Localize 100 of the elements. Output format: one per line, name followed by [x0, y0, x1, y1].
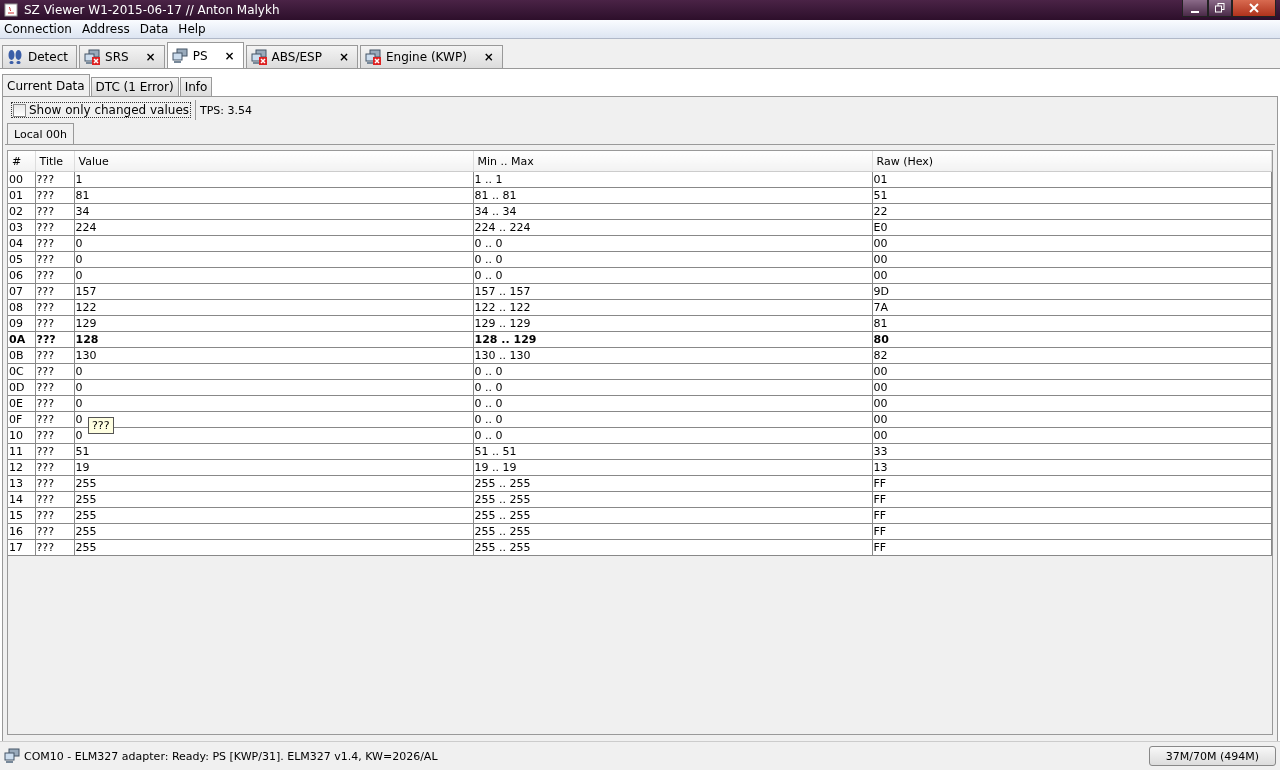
menu-item[interactable]: Address [81, 22, 130, 36]
table-cell: 00 [872, 411, 1272, 428]
table-cell: 17 [8, 539, 35, 556]
table-cell: 34 [74, 203, 473, 220]
computer-icon [4, 748, 20, 764]
table-cell: 19 [74, 459, 473, 476]
column-header[interactable]: Min .. Max [473, 151, 872, 172]
table-cell: ??? [35, 267, 74, 284]
column-header[interactable]: Raw (Hex) [872, 151, 1272, 172]
table-cell: 34 .. 34 [473, 203, 872, 220]
table-cell: ??? [35, 523, 74, 540]
table-cell: 0A [8, 331, 35, 348]
table-cell: ??? [35, 251, 74, 268]
table-cell: 130 .. 130 [473, 347, 872, 364]
table-cell: 0 .. 0 [473, 395, 872, 412]
close-button[interactable] [1232, 0, 1276, 17]
table-cell: 33 [872, 443, 1272, 460]
table-cell: 81 .. 81 [473, 187, 872, 204]
table-cell: 130 [74, 347, 473, 364]
table-cell: ??? [35, 171, 74, 188]
table-cell: 0 .. 0 [473, 379, 872, 396]
window-title: SZ Viewer W1-2015-06-17 // Anton Malykh [24, 3, 281, 17]
device-tab[interactable]: PS × [166, 42, 244, 68]
column-header[interactable]: Value [74, 151, 473, 172]
device-tab[interactable]: Detect [2, 45, 77, 68]
table-cell: 13 [872, 459, 1272, 476]
menu-item[interactable]: Connection [4, 22, 72, 36]
table-cell: 0 [74, 235, 473, 252]
sub-tab[interactable]: Info [179, 77, 213, 96]
restore-icon [1215, 3, 1225, 13]
memory-button[interactable]: 37M/70M (494M) [1148, 746, 1276, 766]
close-tab-button[interactable]: × [338, 50, 349, 64]
block-tab[interactable]: Local 00h [7, 123, 74, 144]
table-cell: E0 [872, 219, 1272, 236]
table-cell: ??? [35, 459, 74, 476]
close-tab-button[interactable]: × [224, 48, 235, 63]
table-cell: 00 [872, 379, 1272, 396]
table-cell: 0 .. 0 [473, 251, 872, 268]
table-cell: 81 [872, 315, 1272, 332]
checkbox-box[interactable] [13, 103, 26, 117]
table-cell: 224 [74, 219, 473, 236]
device-tab[interactable]: SRS × [79, 45, 165, 68]
table-cell: 04 [8, 235, 35, 252]
sub-tab[interactable]: Current Data [2, 74, 90, 96]
table-cell: ??? [35, 427, 74, 444]
table-cell: 51 .. 51 [473, 443, 872, 460]
table-cell: 0 .. 0 [473, 235, 872, 252]
table-cell: 255 [74, 523, 473, 540]
close-tab-button[interactable]: × [145, 50, 156, 64]
minimize-icon [1191, 10, 1199, 13]
table-cell: 0C [8, 363, 35, 380]
table-cell: 255 [74, 507, 473, 524]
table-cell: 08 [8, 299, 35, 316]
table-cell: 0E [8, 395, 35, 412]
table-cell: 255 .. 255 [473, 507, 872, 524]
table-cell: ??? [35, 187, 74, 204]
table-cell: ??? [35, 363, 74, 380]
table-cell: ??? [35, 315, 74, 332]
sub-tab[interactable]: DTC (1 Error) [90, 77, 179, 96]
table-cell: 07 [8, 283, 35, 300]
table-cell: 255 [74, 491, 473, 508]
status-text: COM10 - ELM327 adapter: Ready: PS [KWP/31]. ELM327 v1.4, KW=2026/AL [24, 749, 439, 763]
table-cell: ??? [35, 411, 74, 428]
table-cell: 224 .. 224 [473, 219, 872, 236]
app-icon [4, 3, 18, 17]
table-cell: 00 [872, 363, 1272, 380]
table-cell: 122 [74, 299, 473, 316]
table-cell: 157 [74, 283, 473, 300]
computer-error-icon [364, 49, 381, 65]
tab-label: ABS/ESP [271, 50, 322, 64]
table-cell: 0 .. 0 [473, 267, 872, 284]
table-cell: 01 [872, 171, 1272, 188]
table-cell: 51 [872, 187, 1272, 204]
table-cell: 10 [8, 427, 35, 444]
table-cell: 128 .. 129 [473, 331, 872, 348]
table-cell: 81 [74, 187, 473, 204]
restore-button[interactable] [1208, 0, 1232, 17]
device-tab[interactable]: Engine (KWP) × [359, 45, 503, 68]
table-cell: ??? [35, 443, 74, 460]
menu-item[interactable]: Data [139, 22, 169, 36]
table-cell: 0B [8, 347, 35, 364]
menu-item[interactable]: Help [178, 22, 206, 36]
table-cell: 122 .. 122 [473, 299, 872, 316]
table-cell: 255 [74, 475, 473, 492]
table-cell: 00 [872, 395, 1272, 412]
minimize-button[interactable] [1182, 0, 1208, 17]
table-cell: 00 [872, 427, 1272, 444]
device-tab[interactable]: ABS/ESP × [245, 45, 358, 68]
column-header[interactable]: # [8, 151, 35, 172]
table-cell: 129 .. 129 [473, 315, 872, 332]
table-cell: FF [872, 475, 1272, 492]
tooltip: ??? [88, 417, 114, 434]
tab-label: Engine (KWP) [385, 50, 467, 64]
close-tab-button[interactable]: × [483, 50, 494, 64]
table-cell: 0F [8, 411, 35, 428]
table-cell: 00 [872, 235, 1272, 252]
changed-values-checkbox[interactable]: Show only changed values [11, 102, 191, 118]
table-cell: ??? [35, 539, 74, 556]
column-header[interactable]: Title [35, 151, 74, 172]
table-cell: 9D [872, 283, 1272, 300]
